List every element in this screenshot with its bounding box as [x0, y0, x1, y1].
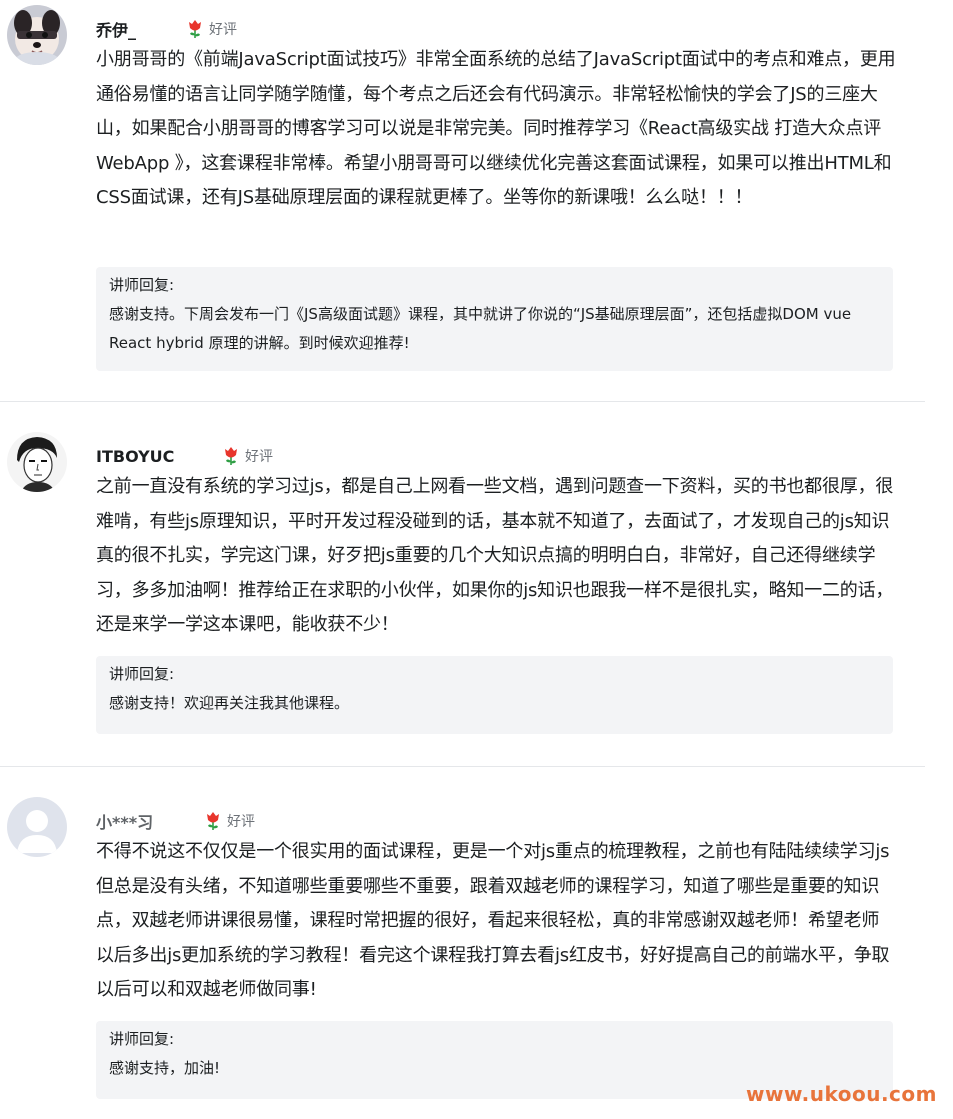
review-content: 小朋哥哥的《前端JavaScript面试技巧》非常全面系统的总结了JavaScr…: [96, 49, 896, 209]
review-header: 乔伊_ 好评: [96, 17, 237, 41]
rating-badge: 好评: [186, 19, 237, 39]
reply-title: 讲师回复:: [109, 665, 175, 683]
rating-badge: 好评: [222, 446, 273, 466]
review-item: 乔伊_ 好评 小朋哥哥的《前端JavaScript面试技巧》非常全面系统的总结了…: [0, 5, 925, 385]
review-header: 小***习 好评: [96, 809, 255, 833]
reply-text: 感谢支持。下周会发布一门《JS高级面试题》课程，其中就讲了你说的“JS基础原理层…: [109, 305, 852, 352]
divider: [0, 401, 925, 402]
username[interactable]: 乔伊_: [96, 17, 186, 41]
rating-label: 好评: [209, 22, 237, 38]
rose-icon: [189, 20, 201, 38]
user-avatar[interactable]: [7, 797, 67, 857]
reply-title: 讲师回复:: [109, 276, 175, 294]
reply-text: 感谢支持，加油!: [109, 1059, 221, 1077]
rating-label: 好评: [245, 449, 273, 465]
default-user-avatar-image: [7, 797, 67, 857]
username[interactable]: ITBOYUC: [96, 447, 222, 466]
teacher-reply: 讲师回复: 感谢支持。下周会发布一门《JS高级面试题》课程，其中就讲了你说的“J…: [96, 267, 893, 371]
rating-label: 好评: [227, 814, 255, 830]
divider: [0, 766, 925, 767]
teacher-reply: 讲师回复: 感谢支持！欢迎再关注我其他课程。: [96, 656, 893, 734]
review-header: ITBOYUC 好评: [96, 444, 273, 468]
reply-title: 讲师回复:: [109, 1030, 175, 1048]
review-item: 小***习 好评 不得不说这不仅仅是一个很实用的面试课程，更是一个对js重点的梳…: [0, 797, 925, 1107]
review-item: ITBOYUC 好评 之前一直没有系统的学习过js，都是自己上网看一些文档，遇到…: [0, 432, 925, 752]
watermark: www.ukoou.com: [745, 1082, 937, 1106]
person-sketch-avatar-image: [7, 432, 67, 492]
rose-icon: [225, 447, 237, 465]
user-avatar[interactable]: [7, 5, 67, 65]
reply-text: 感谢支持！欢迎再关注我其他课程。: [109, 694, 350, 712]
username[interactable]: 小***习: [96, 809, 204, 833]
puppy-avatar-image: [7, 5, 67, 65]
rating-badge: 好评: [204, 811, 255, 831]
review-content: 不得不说这不仅仅是一个很实用的面试课程，更是一个对js重点的梳理教程，之前也有陆…: [96, 841, 890, 1001]
rose-icon: [207, 812, 219, 830]
review-content: 之前一直没有系统的学习过js，都是自己上网看一些文档，遇到问题查一下资料，买的书…: [96, 476, 894, 636]
user-avatar[interactable]: [7, 432, 67, 492]
